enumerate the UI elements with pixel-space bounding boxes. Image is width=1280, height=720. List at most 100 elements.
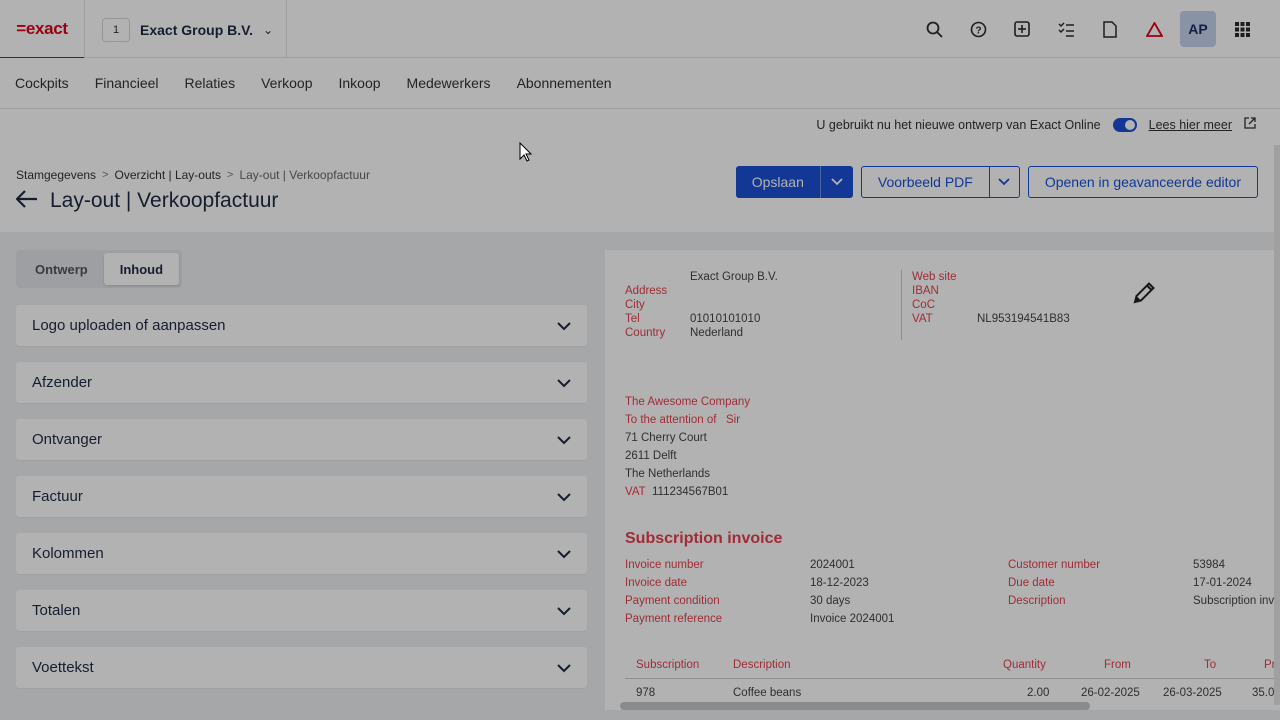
back-arrow-icon[interactable]: [15, 188, 38, 214]
apps-grid-icon[interactable]: [1224, 11, 1260, 47]
alert-triangle-icon[interactable]: [1136, 11, 1172, 47]
action-buttons: Opslaan Voorbeeld PDF Openen in geavance…: [735, 166, 1258, 198]
sender-label-country: Country: [625, 327, 666, 339]
divider: [286, 0, 287, 58]
add-icon[interactable]: [1004, 11, 1040, 47]
section-label: Voettekst: [32, 659, 94, 676]
invoice-date-value: 18-12-2023: [810, 577, 869, 589]
section-logo[interactable]: Logo uploaden of aanpassen: [16, 305, 587, 346]
recipient-vat-label: VAT: [625, 486, 646, 498]
sender-vat: NL953194541B83: [977, 313, 1070, 325]
nav-item-verkoop[interactable]: Verkoop: [261, 75, 312, 91]
due-date-label: Due date: [1008, 577, 1055, 589]
table-header: Description: [733, 659, 791, 671]
section-label: Afzender: [32, 374, 93, 391]
section-kolommen[interactable]: Kolommen: [16, 533, 587, 574]
sender-label-website: Web site: [912, 271, 957, 283]
due-date-value: 17-01-2024: [1193, 577, 1252, 589]
recipient-company: The Awesome Company: [625, 396, 751, 408]
description-label: Description: [1008, 595, 1066, 607]
breadcrumb-overzicht-layouts[interactable]: Overzicht | Lay-outs: [115, 168, 222, 182]
section-label: Kolommen: [32, 545, 104, 562]
nav-item-medewerkers[interactable]: Medewerkers: [407, 75, 491, 91]
chevron-down-icon: [831, 178, 843, 186]
avatar[interactable]: AP: [1180, 11, 1216, 47]
chevron-down-icon: [557, 432, 571, 448]
horizontal-scrollbar[interactable]: [620, 702, 1090, 710]
sender-name: Exact Group B.V.: [690, 271, 778, 283]
description-value: Subscription inv: [1193, 595, 1275, 607]
open-advanced-editor-button[interactable]: Openen in geavanceerde editor: [1029, 167, 1257, 197]
preview-pdf-group: Voorbeeld PDF: [860, 166, 1020, 198]
preview-pdf-button[interactable]: Voorbeeld PDF: [862, 167, 989, 197]
nav-item-inkoop[interactable]: Inkoop: [338, 75, 380, 91]
breadcrumb-stamgegevens[interactable]: Stamgegevens: [16, 168, 96, 182]
table-cell: 35.0: [1252, 687, 1275, 699]
chevron-down-icon: [557, 603, 571, 619]
document-icon[interactable]: [1092, 11, 1128, 47]
mode-switch: Ontwerp Inhoud: [16, 250, 183, 288]
content-area: Ontwerp Inhoud Logo uploaden of aanpasse…: [0, 232, 1280, 720]
section-label: Totalen: [32, 602, 81, 619]
recipient-city: 2611 Delft: [625, 450, 677, 462]
logo-text: =exact: [16, 18, 68, 38]
sender-country: Nederland: [690, 327, 744, 339]
customer-number-value: 53984: [1193, 559, 1225, 571]
section-label: Logo uploaden of aanpassen: [32, 317, 226, 334]
table-header: Quantity: [1003, 659, 1046, 671]
customer-number-label: Customer number: [1008, 559, 1101, 571]
nav-item-financieel[interactable]: Financieel: [95, 75, 159, 91]
section-label: Factuur: [32, 488, 83, 505]
section-voettekst[interactable]: Voettekst: [16, 647, 587, 688]
new-design-text: U gebruikt nu het nieuwe ontwerp van Exa…: [816, 117, 1101, 132]
sender-divider: [901, 270, 902, 340]
table-header-line: [625, 678, 1280, 679]
save-button[interactable]: Opslaan: [736, 166, 821, 198]
divider: [84, 0, 85, 58]
page-title-row: Lay-out | Verkoopfactuur: [15, 188, 279, 214]
search-icon[interactable]: [916, 11, 952, 47]
invoice-number-label: Invoice number: [625, 559, 704, 571]
sender-label-coc: CoC: [912, 299, 936, 311]
help-icon[interactable]: ?: [960, 11, 996, 47]
company-selector[interactable]: 1 Exact Group B.V. ⌄: [102, 18, 273, 42]
chevron-down-icon: [557, 660, 571, 676]
preview-pdf-dropdown-button[interactable]: [988, 167, 1019, 197]
section-ontvanger[interactable]: Ontvanger: [16, 419, 587, 460]
breadcrumb: Stamgegevens > Overzicht | Lay-outs > La…: [16, 168, 370, 182]
table-header: To: [1204, 659, 1217, 671]
tab-ontwerp[interactable]: Ontwerp: [19, 253, 104, 285]
recipient-attention: To the attention of: [625, 414, 717, 426]
chevron-right-icon: >: [227, 169, 234, 181]
section-afzender[interactable]: Afzender: [16, 362, 587, 403]
recipient-country: The Netherlands: [625, 468, 711, 480]
sender-label-address: Address: [625, 285, 668, 297]
chevron-right-icon: >: [102, 169, 109, 181]
save-dropdown-button[interactable]: [821, 166, 853, 198]
nav-item-cockpits[interactable]: Cockpits: [15, 75, 69, 91]
main-nav: Cockpits Financieel Relaties Verkoop Ink…: [0, 58, 1280, 109]
table-cell: 26-03-2025: [1163, 687, 1222, 699]
nav-item-relaties[interactable]: Relaties: [185, 75, 236, 91]
nav-item-abonnementen[interactable]: Abonnementen: [517, 75, 612, 91]
mouse-cursor-icon: [519, 142, 533, 162]
edit-pencil-icon[interactable]: [1131, 280, 1157, 313]
invoice-number-value: 2024001: [810, 559, 855, 571]
table-cell: Coffee beans: [733, 687, 802, 699]
payment-condition-value: 30 days: [810, 595, 851, 607]
read-more-link[interactable]: Lees hier meer: [1149, 118, 1232, 132]
new-design-toggle[interactable]: [1112, 117, 1137, 132]
section-factuur[interactable]: Factuur: [16, 476, 587, 517]
page-title: Lay-out | Verkoopfactuur: [50, 189, 279, 212]
vertical-scrollbar[interactable]: [1274, 145, 1280, 705]
tab-inhoud[interactable]: Inhoud: [103, 253, 180, 285]
section-totalen[interactable]: Totalen: [16, 590, 587, 631]
payment-reference-label: Payment reference: [625, 613, 723, 625]
chevron-down-icon: [557, 318, 571, 334]
exact-logo[interactable]: =exact: [0, 0, 84, 60]
payment-reference-value: Invoice 2024001: [810, 613, 895, 625]
top-icons: ? AP: [916, 11, 1260, 47]
recipient-attention-name: Sir: [726, 414, 741, 426]
sender-tel: 01010101010: [690, 313, 761, 325]
tasks-icon[interactable]: [1048, 11, 1084, 47]
